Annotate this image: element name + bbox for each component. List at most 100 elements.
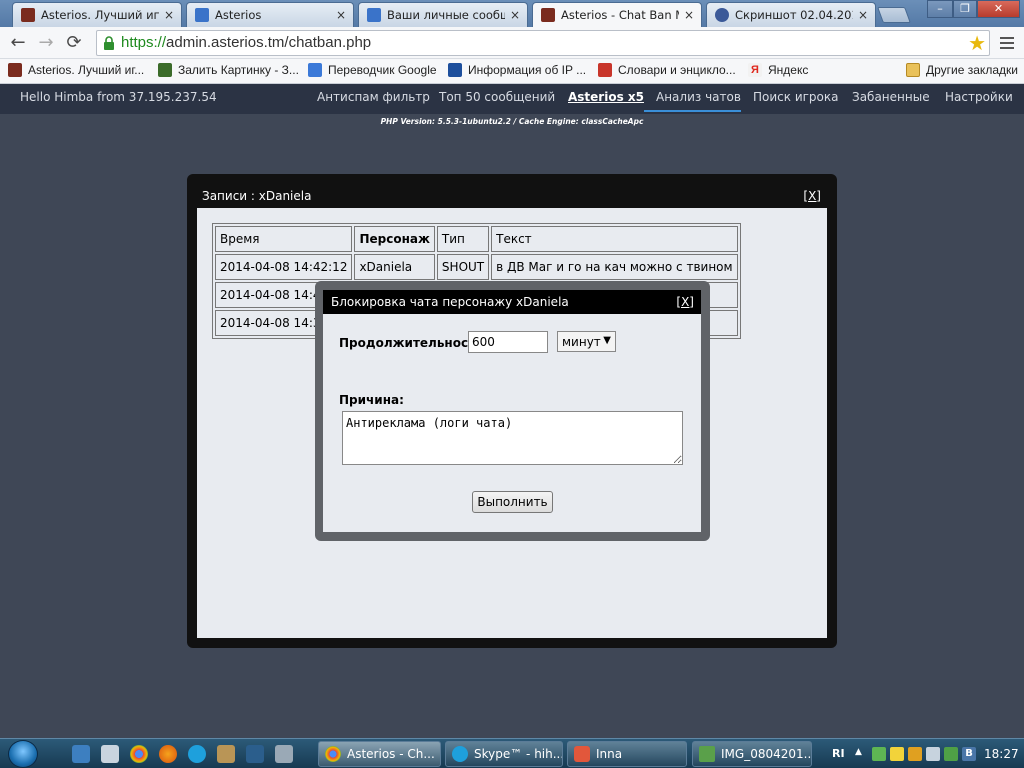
bookmark-label: Переводчик Google	[328, 63, 437, 77]
ip-favicon-icon	[448, 63, 462, 77]
game-quicklaunch-icon[interactable]	[217, 745, 235, 763]
duration-unit-value: минут	[562, 335, 601, 349]
dictionary-favicon-icon	[598, 63, 612, 77]
vk-favicon-icon	[367, 8, 381, 22]
php-version-info: PHP Version: 5.5.3-1ubuntu2.2 / Cache En…	[380, 117, 644, 126]
nav-top50[interactable]: Топ 50 сообщений	[439, 90, 555, 104]
tab-title: Asterios - Chat Ban Ma	[561, 8, 679, 22]
notepad-quicklaunch-icon[interactable]	[101, 745, 119, 763]
tab-title: Asterios. Лучший игро	[41, 8, 159, 22]
language-indicator[interactable]: RI	[832, 747, 845, 760]
explorer-quicklaunch-icon[interactable]	[72, 745, 90, 763]
browser-tab-messages[interactable]: Ваши личные сообще ×	[358, 2, 528, 27]
taskbar-item-label: Skype™ - hih...	[474, 747, 563, 761]
taskbar-item-chrome[interactable]: Asterios - Ch...	[318, 741, 441, 767]
browser-toolbar: ← → ⟳ https://admin.asterios.tm/chatban.…	[0, 27, 1024, 59]
tray-vk-icon[interactable]: B	[962, 747, 976, 761]
column-header-text: Текст	[491, 226, 738, 252]
start-button[interactable]	[8, 740, 38, 768]
taskbar-item-inna[interactable]: Inna	[567, 741, 687, 767]
maximize-button[interactable]: ❐	[953, 0, 977, 18]
tab-close-icon[interactable]: ×	[335, 8, 347, 22]
taskbar-item-skype[interactable]: Skype™ - hih...	[445, 741, 563, 767]
other-bookmarks[interactable]: Другие закладки	[906, 63, 1018, 77]
ban-dialog-close-button[interactable]: [X]	[676, 295, 694, 309]
tab-title: Ваши личные сообще	[387, 8, 505, 22]
chrome-menu-icon[interactable]	[1000, 37, 1014, 49]
upload-favicon-icon	[158, 63, 172, 77]
chrome-quicklaunch-icon[interactable]	[130, 745, 148, 763]
column-header-time: Время	[215, 226, 353, 252]
bookmark-ip-info[interactable]: Информация об IP ...	[448, 63, 586, 77]
bookmark-asterios[interactable]: Asterios. Лучший иг...	[8, 63, 144, 77]
chat-icon	[574, 746, 590, 762]
browser-tab-asterios[interactable]: Asterios ×	[186, 2, 354, 27]
reload-button[interactable]: ⟳	[62, 32, 86, 54]
url-scheme: https://	[121, 34, 167, 51]
address-bar[interactable]: https://admin.asterios.tm/chatban.php ★	[96, 30, 990, 56]
table-header-row: Время Персонаж Тип Текст	[215, 226, 738, 252]
tab-title: Скриншот 02.04.2014	[735, 8, 853, 22]
taskbar-item-image[interactable]: IMG_0804201...	[692, 741, 812, 767]
tab-close-icon[interactable]: ×	[683, 8, 695, 22]
asterios-favicon-icon	[8, 63, 22, 77]
tray-volume-icon[interactable]	[908, 747, 922, 761]
monitor-quicklaunch-icon[interactable]	[246, 745, 264, 763]
window-close-button[interactable]: ✕	[977, 0, 1020, 18]
tray-app-icon[interactable]	[890, 747, 904, 761]
tab-close-icon[interactable]: ×	[509, 8, 521, 22]
bookmark-yandex[interactable]: Я Яндекс	[748, 63, 808, 77]
tray-network-icon[interactable]	[872, 747, 886, 761]
bookmark-label: Залить Картинку - З...	[178, 63, 299, 77]
translate-favicon-icon	[308, 63, 322, 77]
yandex-favicon-icon: Я	[748, 63, 762, 77]
nav-chat-analysis[interactable]: Анализ чатов	[656, 90, 741, 104]
url-host-path: admin.asterios.tm/chatban.php	[166, 34, 372, 51]
duration-unit-select[interactable]: минут ▼	[557, 331, 616, 352]
show-hidden-icons-icon[interactable]: ▲	[855, 747, 862, 757]
system-clock[interactable]: 18:27	[984, 747, 1019, 761]
nav-server-asterios-x5[interactable]: Asterios x5	[568, 90, 644, 104]
browser-tab-chatban[interactable]: Asterios - Chat Ban Ma ×	[532, 2, 702, 27]
other-bookmarks-label: Другие закладки	[926, 63, 1018, 77]
taskbar-item-label: Asterios - Ch...	[347, 747, 435, 761]
minimize-button[interactable]: –	[927, 0, 953, 18]
cell-text: в ДВ Маг и го на кач можно с твином	[491, 254, 738, 280]
browser-tab-asterios-home[interactable]: Asterios. Лучший игро ×	[12, 2, 182, 27]
tab-close-icon[interactable]: ×	[857, 8, 869, 22]
bookmark-label: Яндекс	[768, 63, 809, 77]
bookmark-label: Словари и энцикло...	[618, 63, 736, 77]
new-tab-button[interactable]	[877, 7, 911, 23]
column-header-type: Тип	[436, 226, 490, 252]
forward-button[interactable]: →	[34, 32, 58, 54]
tool-quicklaunch-icon[interactable]	[275, 745, 293, 763]
tray-steam-icon[interactable]	[926, 747, 940, 761]
browser-tab-screenshot[interactable]: Скриншот 02.04.2014 ×	[706, 2, 876, 27]
reason-label: Причина:	[339, 393, 404, 407]
cell-type: SHOUT	[436, 254, 490, 280]
nav-settings[interactable]: Настройки	[945, 90, 1013, 104]
user-greeting: Hello Himba from 37.195.237.54	[20, 90, 217, 104]
nav-player-search[interactable]: Поиск игрока	[753, 90, 839, 104]
tray-antivirus-icon[interactable]	[944, 747, 958, 761]
firefox-quicklaunch-icon[interactable]	[159, 745, 177, 763]
reason-textarea[interactable]: Антиреклама (логи чата)	[342, 411, 683, 465]
taskbar-item-label: Inna	[596, 747, 623, 761]
skype-quicklaunch-icon[interactable]	[188, 745, 206, 763]
nav-banned[interactable]: Забаненные	[852, 90, 930, 104]
records-close-button[interactable]: [X]	[803, 189, 821, 203]
bookmark-upload-image[interactable]: Залить Картинку - З...	[158, 63, 299, 77]
taskbar-item-label: IMG_0804201...	[721, 747, 812, 761]
bookmark-google-translate[interactable]: Переводчик Google	[308, 63, 437, 77]
execute-button[interactable]: Выполнить	[472, 491, 553, 513]
ban-dialog-header: Блокировка чата персонажу xDaniela [X]	[323, 290, 701, 314]
chat-ban-dialog: Блокировка чата персонажу xDaniela [X] П…	[315, 281, 710, 541]
bookmark-dictionaries[interactable]: Словари и энцикло...	[598, 63, 736, 77]
nav-antispam[interactable]: Антиспам фильтр	[317, 90, 430, 104]
browser-tab-strip: Asterios. Лучший игро × Asterios × Ваши …	[0, 0, 1024, 27]
duration-input[interactable]	[468, 331, 548, 353]
bookmark-star-icon[interactable]: ★	[968, 32, 986, 54]
tab-close-icon[interactable]: ×	[163, 8, 175, 22]
back-button[interactable]: ←	[6, 32, 30, 54]
skype-icon	[452, 746, 468, 762]
